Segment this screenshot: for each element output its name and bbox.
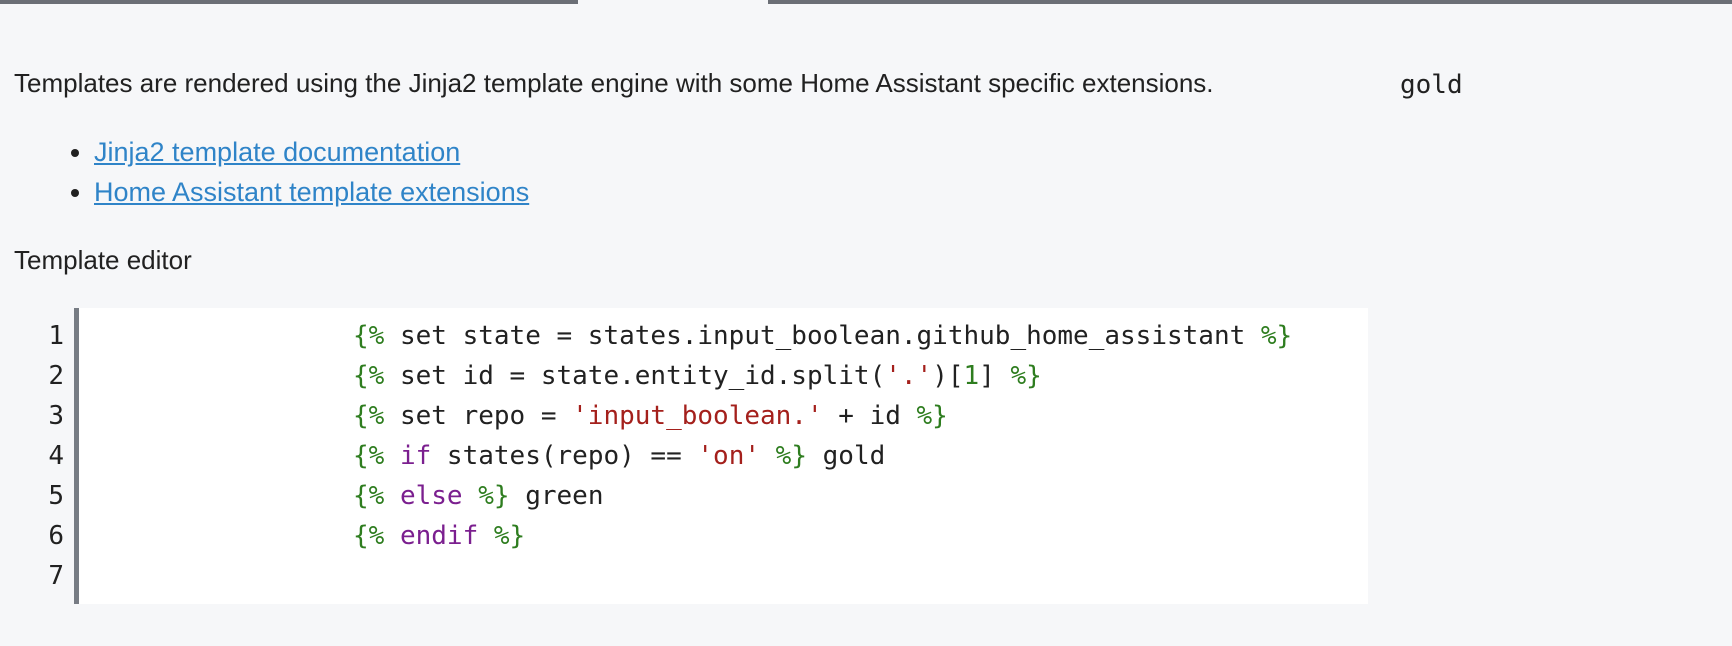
code-token: {% [353,521,385,551]
link-item: Jinja2 template documentation [94,132,529,172]
code-token: {% [353,441,385,471]
code-token: %} [1260,321,1293,351]
intro-text: Templates are rendered using the Jinja2 … [14,68,1214,98]
code-line[interactable]: {% set repo = 'input_boolean.' + id %} [79,396,1368,436]
line-number: 4 [48,441,64,471]
code-token: 1 [963,361,980,391]
code-token: if [399,441,432,471]
code-token: set repo = [384,401,573,431]
code-token: %} [478,481,510,511]
tab-indicator-template-active[interactable] [578,0,768,4]
code-token: {% [353,361,385,391]
line-number: 5 [48,481,64,511]
code-line[interactable]: {% set state = states.input_boolean.gith… [79,316,1368,356]
code-token: {% [353,321,385,351]
line-number-gutter: 1 2 3 4 5 6 7 [14,308,79,604]
code-token: set state = states.input_boolean.github_… [384,321,1261,351]
code-token: else [399,481,463,511]
top-tab-bar [0,0,1732,5]
code-token: {% [353,481,385,511]
documentation-links: Jinja2 template documentation Home Assis… [14,132,529,212]
tab-indicator-other[interactable] [768,0,1732,4]
code-line[interactable]: {% set id = state.entity_id.split('.')[1… [79,356,1368,396]
code-token: 'on' [697,441,761,471]
code-token: %} [775,441,807,471]
code-token: endif [399,521,479,551]
code-token: ] [979,361,1011,391]
code-area[interactable]: {% set state = states.input_boolean.gith… [79,308,1368,604]
line-number: 7 [48,561,64,591]
code-token: + id [822,401,917,431]
line-number: 6 [48,521,64,551]
code-token: set id = state.entity_id.split( [384,361,886,391]
template-editor[interactable]: 1 2 3 4 5 6 7 {% set state = states.input_bool… [14,308,1368,604]
code-token: %} [493,521,526,551]
code-token: %} [1010,361,1042,391]
tab-indicator-states[interactable] [0,0,578,4]
template-editor-label: Template editor [14,245,192,275]
code-line[interactable]: {% else %} green [79,476,1368,516]
code-token: states(repo) == [431,441,698,471]
code-token: gold [806,441,886,471]
code-line[interactable]: {% if states(repo) == 'on' %} gold [79,436,1368,476]
code-token: %} [916,401,948,431]
template-result-output: gold [1400,70,1463,100]
code-token: green [509,481,604,511]
code-token: 'input_boolean.' [572,401,823,431]
line-number: 2 [48,361,64,391]
line-number: 3 [48,401,64,431]
code-token: {% [353,401,385,431]
code-token: '.' [885,361,933,391]
ha-template-extensions-link[interactable]: Home Assistant template extensions [94,177,529,207]
link-item: Home Assistant template extensions [94,172,529,212]
code-line[interactable]: ​ [79,556,1368,596]
jinja2-docs-link[interactable]: Jinja2 template documentation [94,137,460,167]
code-line[interactable]: {% endif %} [79,516,1368,556]
line-number: 1 [48,321,64,351]
code-token: )[ [932,361,964,391]
